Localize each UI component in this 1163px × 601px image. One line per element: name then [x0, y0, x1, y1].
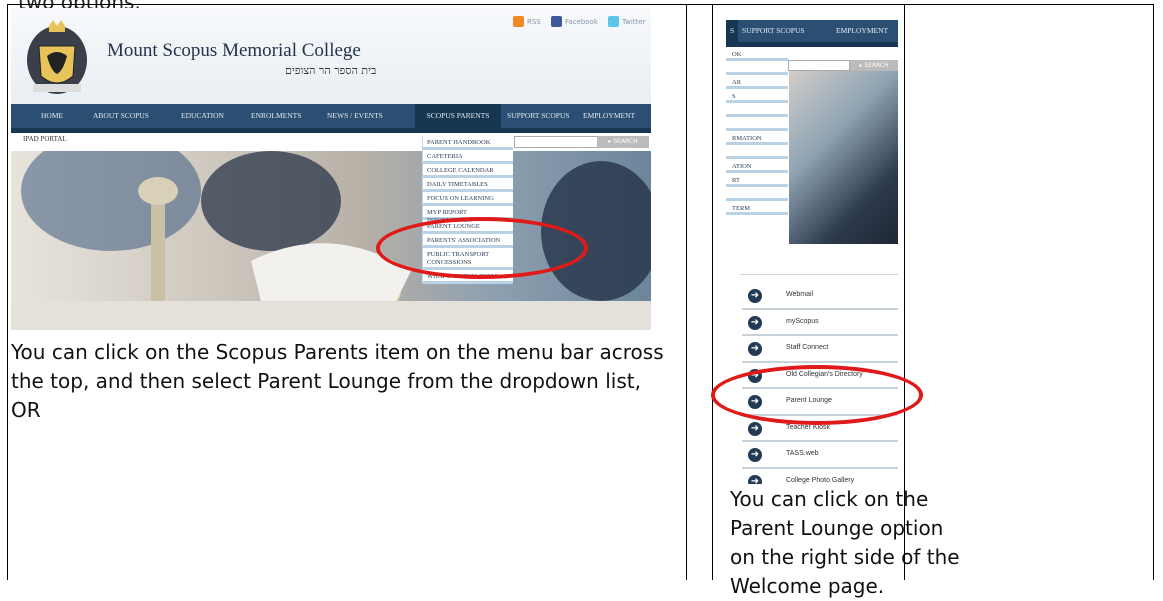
site-title: Mount Scopus Memorial College	[107, 40, 361, 61]
dropdown-parent-handbook[interactable]: PARENT HANDBOOK	[423, 136, 513, 150]
link-staff-connect[interactable]: ➜ Staff Connect	[742, 336, 898, 363]
website-screenshot-dropdown: Mount Scopus Memorial College בית הספר ה…	[11, 8, 651, 330]
search-button[interactable]: ▸ SEARCH	[597, 136, 649, 148]
arrow-right-icon: ➜	[748, 474, 762, 484]
search-input[interactable]	[514, 136, 598, 148]
nav-news-events[interactable]: NEWS / EVENTS	[327, 104, 383, 128]
link-tass-web[interactable]: ➜ TASS.web	[742, 442, 898, 469]
dropdown-item[interactable]: TERM	[726, 201, 788, 215]
twitter-icon	[608, 16, 619, 27]
link-webmail[interactable]: ➜ Webmail	[742, 283, 898, 310]
facebook-link[interactable]: Facebook	[551, 16, 598, 27]
dropdown-item[interactable]: RMATION	[726, 131, 788, 145]
dropdown-item[interactable]	[726, 103, 788, 117]
search-input[interactable]	[788, 60, 850, 71]
nav-education[interactable]: EDUCATION	[181, 104, 224, 128]
divider	[740, 274, 898, 275]
dropdown-cafeteria[interactable]: CAFETERIA	[423, 150, 513, 164]
rss-icon	[513, 16, 524, 27]
dropdown-college-calendar[interactable]: COLLEGE CALENDAR	[423, 164, 513, 178]
right-main-nav: S SUPPORT SCOPUS EMPLOYMENT	[726, 20, 898, 47]
arrow-right-icon: ➜	[748, 342, 762, 356]
search-button[interactable]: ▸ SEARCH	[850, 60, 898, 71]
main-nav: HOME ABOUT SCOPUS EDUCATION ENROLMENTS N…	[11, 104, 651, 133]
dropdown-item[interactable]: AR	[726, 75, 788, 89]
column-divider	[686, 5, 687, 580]
facebook-icon	[551, 16, 562, 27]
dropdown-item[interactable]: RT	[726, 173, 788, 187]
arrow-right-icon: ➜	[748, 315, 762, 330]
dropdown-item[interactable]	[726, 117, 788, 131]
highlight-circle-dropdown	[376, 217, 588, 279]
right-instructions: You can click on the Parent Lounge optio…	[730, 487, 960, 598]
nav-employment[interactable]: EMPLOYMENT	[836, 20, 888, 42]
document-table: Mount Scopus Memorial College בית הספר ה…	[7, 4, 1154, 598]
arrow-right-icon: ➜	[748, 289, 762, 303]
nav-support-scopus[interactable]: SUPPORT SCOPUS	[742, 20, 805, 42]
arrow-right-icon: ➜	[748, 448, 762, 462]
dropdown-focus-on-learning[interactable]: FOCUS ON LEARNING	[423, 192, 513, 206]
right-hero-photo	[789, 60, 898, 244]
highlight-circle-sidebar	[711, 365, 923, 425]
site-title-hebrew: בית הספר הר הצופים	[285, 64, 377, 77]
left-instructions: You can click on the Scopus Parents item…	[11, 340, 664, 422]
arrow-right-icon: ➜	[748, 421, 762, 436]
column-divider	[712, 5, 713, 580]
dropdown-daily-timetables[interactable]: DAILY TIMETABLES	[423, 178, 513, 192]
nav-home[interactable]: HOME	[41, 104, 63, 128]
college-crest-icon	[27, 20, 87, 94]
dropdown-item[interactable]	[726, 61, 788, 75]
dropdown-item[interactable]: S	[726, 89, 788, 103]
twitter-link[interactable]: Twitter	[608, 16, 645, 27]
link-myscopus[interactable]: ➜ myScopus	[742, 310, 898, 336]
nav-scopus-parents[interactable]: SCOPUS PARENTS	[415, 104, 501, 128]
dropdown-item[interactable]: ATION	[726, 159, 788, 173]
nav-employment[interactable]: EMPLOYMENT	[583, 104, 635, 128]
rss-link[interactable]: RSS	[513, 16, 541, 27]
link-photo-gallery[interactable]: ➜ College Photo Gallery	[742, 469, 898, 484]
dropdown-item[interactable]	[726, 187, 788, 201]
nav-about-scopus[interactable]: ABOUT SCOPUS	[93, 104, 149, 128]
nav-enrolments[interactable]: ENROLMENTS	[251, 104, 301, 128]
nav-scopus-parents-partial[interactable]: S	[726, 20, 739, 42]
ipad-portal-link[interactable]: IPAD PORTAL	[23, 135, 67, 143]
right-dropdown-partial: OK AR S RMATION ATION RT TERM	[726, 47, 788, 215]
dropdown-item[interactable]: OK	[726, 47, 788, 61]
dropdown-item[interactable]	[726, 145, 788, 159]
nav-support-scopus[interactable]: SUPPORT SCOPUS	[507, 104, 570, 128]
